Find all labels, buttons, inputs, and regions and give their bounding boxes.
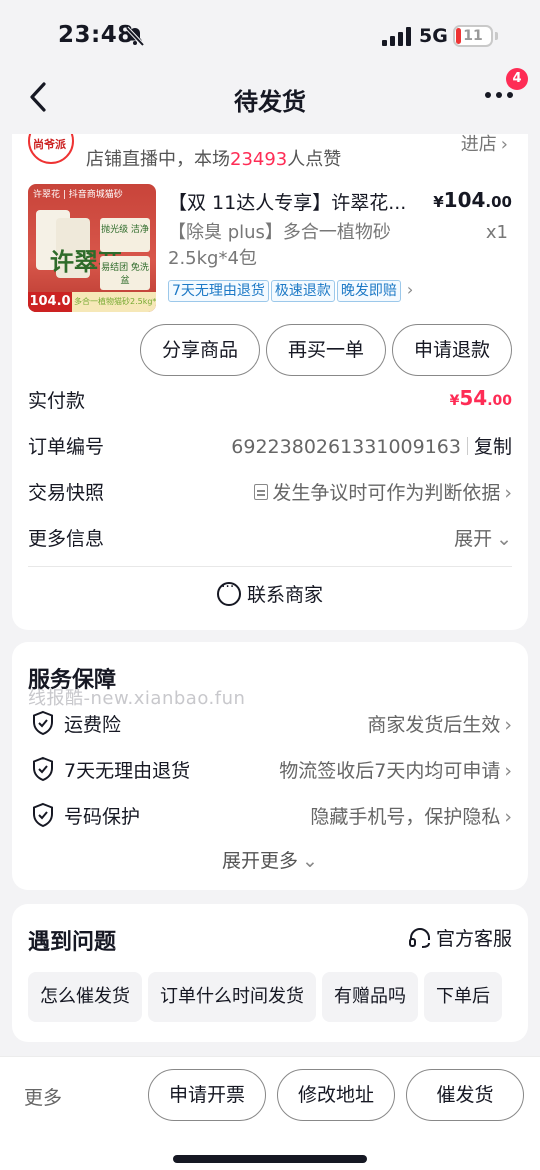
faq-chip[interactable]: 有赠品吗 — [322, 972, 418, 1022]
nav-bar: 待发货 4 — [0, 68, 540, 134]
order-number-row: 订单编号 6922380261331009163 复制 — [28, 436, 512, 458]
shield-check-icon — [33, 802, 53, 828]
enter-shop-link[interactable]: 进店 › — [461, 134, 508, 156]
more-button[interactable]: 更多 — [24, 1083, 62, 1110]
service-item-7day-return[interactable]: 7天无理由退货 物流签收后7天内均可申请 › — [28, 752, 512, 788]
chevron-right-icon: › — [406, 280, 414, 299]
chevron-right-icon: › — [504, 760, 512, 782]
shop-live-status[interactable]: 店铺直播中，本场23493人点赞 — [86, 145, 341, 171]
chat-icon — [216, 579, 241, 606]
request-refund-button[interactable]: 申请退款 — [392, 324, 512, 376]
faq-chip[interactable]: 订单什么时间发货 — [148, 972, 316, 1022]
chevron-right-icon: › — [504, 806, 512, 828]
expand-more-button[interactable]: 展开更多 ⌄ — [12, 846, 528, 873]
tag-return: 7天无理由退货 — [168, 280, 269, 302]
battery-icon: 11 — [453, 25, 493, 47]
request-invoice-button[interactable]: 申请开票 — [148, 1069, 266, 1121]
live-icon — [72, 134, 74, 148]
product-price: ¥104.00 — [433, 188, 512, 212]
order-number: 6922380261331009163 — [231, 436, 461, 458]
official-support-link[interactable]: 官方客服 — [408, 924, 512, 951]
service-card: 服务保障 线报酷-new.xianbao.fun 运费险 商家发货后生效 › 7天… — [12, 642, 528, 890]
copy-button[interactable]: 复制 — [474, 436, 512, 458]
product-image[interactable]: 许翠花 | 抖音商城猫砂 许翠花 抛光级 洁净 易结团 免洗盆 104.0 多合… — [28, 184, 156, 312]
chevron-right-icon: › — [504, 482, 512, 504]
bottom-action-bar: 更多 申请开票 修改地址 催发货 — [0, 1056, 540, 1170]
more-icon[interactable] — [484, 90, 514, 100]
headset-icon — [408, 928, 430, 948]
buy-again-button[interactable]: 再买一单 — [266, 324, 386, 376]
home-indicator — [173, 1155, 367, 1163]
order-actions: 分享商品 再买一单 申请退款 — [134, 324, 512, 376]
bell-muted-icon — [125, 26, 145, 47]
service-item-number-protection[interactable]: 号码保护 隐藏手机号，保护隐私 › — [28, 798, 512, 834]
contact-seller-button[interactable]: 联系商家 — [12, 579, 528, 607]
signal-icon — [382, 27, 411, 46]
divider — [28, 566, 512, 567]
shield-check-icon — [33, 756, 53, 782]
page-title: 待发货 — [234, 88, 306, 116]
paid-amount-row: 实付款 ¥54.00 — [28, 386, 512, 412]
document-icon — [254, 484, 269, 500]
notification-badge: 4 — [506, 68, 528, 90]
network-type: 5G — [419, 25, 448, 47]
status-bar: 23:48 5G 11 — [0, 0, 540, 72]
paid-amount: ¥54.00 — [449, 386, 512, 410]
battery-level: 11 — [463, 28, 483, 44]
status-time: 23:48 — [58, 22, 134, 48]
service-item-shipping-insurance[interactable]: 运费险 商家发货后生效 › — [28, 706, 512, 742]
faq-chips: 怎么催发货 订单什么时间发货 有赠品吗 下单后 — [28, 972, 512, 1022]
chevron-right-icon: › — [500, 134, 508, 155]
product-spec: 【除臭 plus】多合一植物砂 2.5kg*4包 — [168, 222, 391, 269]
problems-card: 遇到问题 官方客服 怎么催发货 订单什么时间发货 有赠品吗 下单后 — [12, 904, 528, 1042]
urge-shipment-button[interactable]: 催发货 — [406, 1069, 524, 1121]
product-title[interactable]: 【双 11达人专享】许翠花... — [168, 188, 420, 215]
service-tags[interactable]: 7天无理由退货 极速退款 晚发即赔 › — [168, 280, 413, 302]
chevron-down-icon: ⌄ — [302, 850, 318, 872]
problems-title: 遇到问题 — [28, 930, 117, 955]
tag-fast-refund: 极速退款 — [270, 280, 335, 302]
like-count: 23493 — [230, 149, 288, 170]
faq-chip[interactable]: 怎么催发货 — [28, 972, 142, 1022]
snapshot-row[interactable]: 交易快照 发生争议时可作为判断依据 › — [28, 472, 512, 512]
more-info-row[interactable]: 更多信息 展开 ⌄ — [28, 518, 512, 558]
modify-address-button[interactable]: 修改地址 — [277, 1069, 395, 1121]
chevron-right-icon: › — [504, 714, 512, 736]
share-product-button[interactable]: 分享商品 — [140, 324, 260, 376]
shield-check-icon — [33, 710, 53, 736]
chevron-down-icon: ⌄ — [496, 528, 512, 550]
tag-late-compensation: 晚发即赔 — [336, 280, 401, 302]
faq-chip[interactable]: 下单后 — [424, 972, 502, 1022]
order-card: 尚爷派 店铺直播中，本场23493人点赞 进店 › 许翠花 | 抖音商城猫砂 许翠… — [12, 134, 528, 630]
product-quantity: x1 — [485, 222, 508, 243]
shop-logo[interactable]: 尚爷派 — [28, 134, 74, 164]
